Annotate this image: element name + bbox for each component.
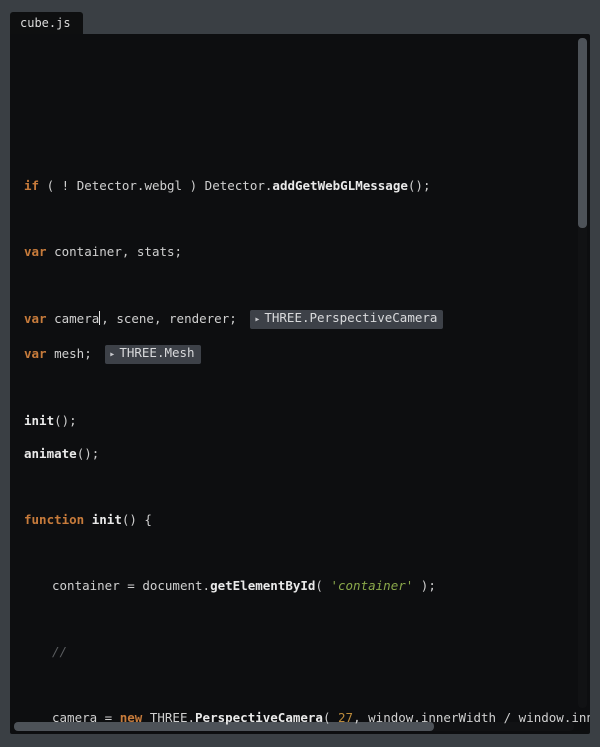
type-hint-label: THREE.Mesh	[119, 345, 194, 360]
code-content: if ( ! Detector.webgl ) Detector.addGetW…	[24, 145, 584, 734]
keyword-var: var	[24, 346, 47, 361]
keyword-if: if	[24, 178, 39, 193]
code-editor[interactable]: if ( ! Detector.webgl ) Detector.addGetW…	[10, 34, 590, 734]
call-PerspectiveCamera: PerspectiveCamera	[195, 710, 323, 725]
call-getElementById: getElementById	[210, 578, 315, 593]
id-container: container	[54, 244, 122, 259]
id-mesh: mesh	[54, 346, 84, 361]
id-window: window	[368, 710, 413, 725]
id-inner-trunc: inner	[571, 710, 590, 725]
chevron-right-icon: ▸	[254, 312, 260, 329]
id-camera: camera	[54, 311, 99, 326]
id-window: window	[519, 710, 564, 725]
keyword-function: function	[24, 512, 84, 527]
id-three: THREE	[150, 710, 188, 725]
id-camera: camera	[52, 710, 97, 725]
call-addGetWebGLMessage: addGetWebGLMessage	[272, 178, 407, 193]
id-webgl: webgl	[144, 178, 182, 193]
id-renderer: renderer	[169, 311, 229, 326]
num: 27	[338, 710, 353, 725]
type-hint-camera[interactable]: ▸ THREE.PerspectiveCamera	[250, 310, 443, 329]
id-detector2: Detector	[205, 178, 265, 193]
id-detector: Detector	[77, 178, 137, 193]
editor-window: cube.js if ( ! Detector.webgl ) Detector…	[0, 0, 600, 747]
type-hint-mesh[interactable]: ▸ THREE.Mesh	[105, 345, 200, 364]
id-stats: stats	[137, 244, 175, 259]
str-container: 'container'	[330, 578, 413, 593]
fn-init: init	[92, 512, 122, 527]
chevron-right-icon: ▸	[109, 347, 115, 364]
keyword-new: new	[120, 710, 143, 725]
id-container: container	[52, 578, 120, 593]
id-scene: scene	[116, 311, 154, 326]
call-animate: animate	[24, 446, 77, 461]
keyword-var: var	[24, 311, 47, 326]
comment: //	[52, 644, 67, 659]
id-innerWidth: innerWidth	[421, 710, 496, 725]
call-init: init	[24, 413, 54, 428]
tab-cube-js[interactable]: cube.js	[10, 12, 83, 34]
tab-bar: cube.js	[10, 12, 590, 34]
keyword-var: var	[24, 244, 47, 259]
type-hint-label: THREE.PerspectiveCamera	[264, 310, 437, 325]
id-document: document	[142, 578, 202, 593]
